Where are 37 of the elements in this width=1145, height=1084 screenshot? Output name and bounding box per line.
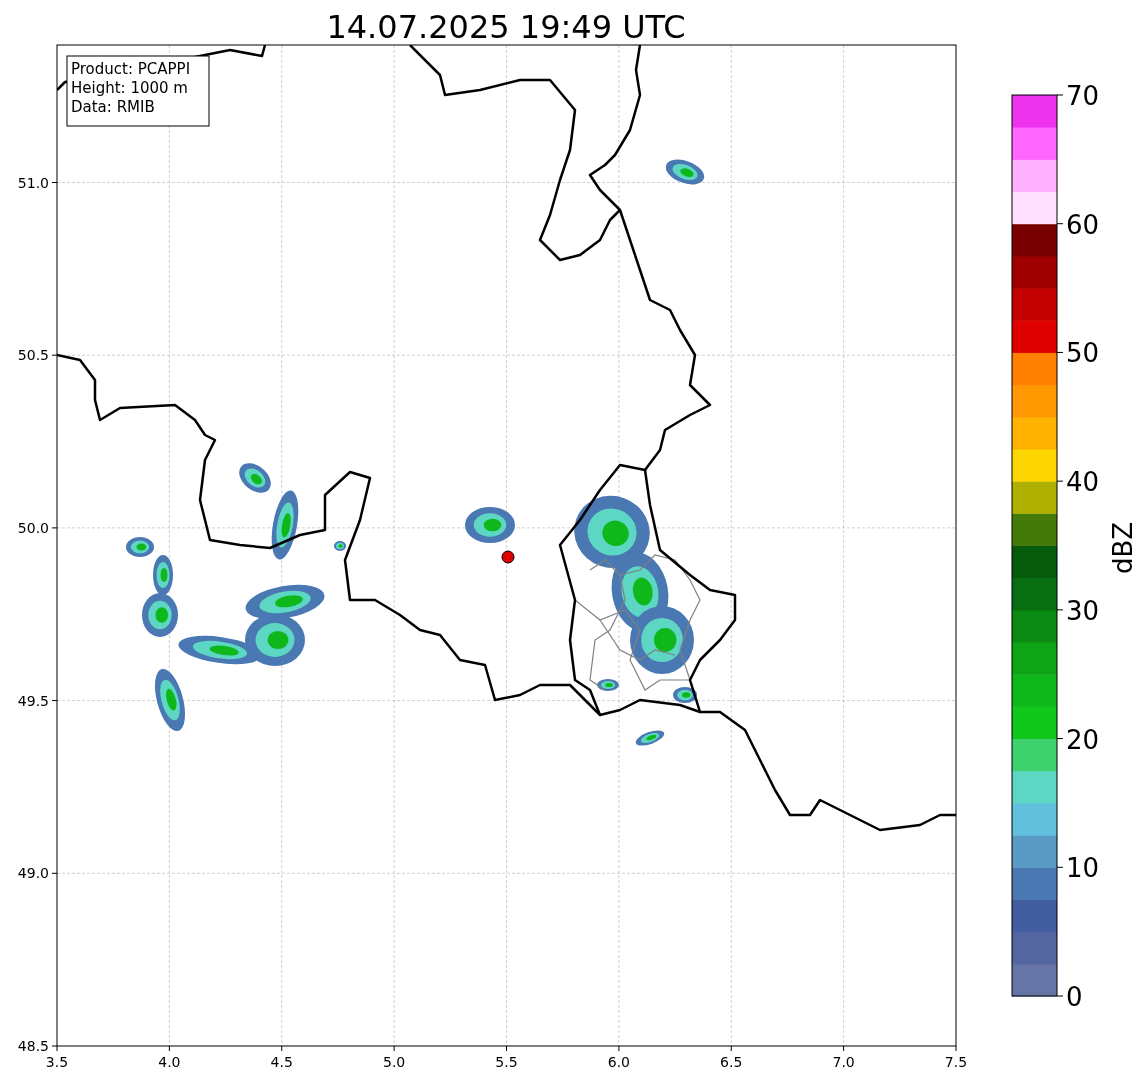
chart-title: 14.07.2025 19:49 UTC [326,8,686,46]
axis-tick-label: 48.5 [17,1038,49,1054]
colorbar-label: dBZ [1108,521,1138,575]
colorbar-tick-label: 70 [1066,81,1100,111]
info-text: Data: RMIB [71,98,155,116]
colorbar-tick-label: 40 [1066,467,1100,498]
info-text: Height: 1000 m [71,79,188,97]
axis-tick-label: 49.0 [17,865,49,882]
axis-tick-label: 51.0 [17,174,49,191]
precipitation-echo-drawing [465,507,515,543]
precipitation-echo-drawing [334,541,346,551]
precipitation-echo-drawing [630,606,694,674]
colorbar-tick-label: 20 [1066,724,1100,755]
axis-tick-label: 6.5 [720,1054,743,1070]
axis-tick-label: 4.0 [158,1054,181,1070]
colorbar-tick-label: 30 [1066,595,1100,626]
radar-station-marker [501,550,515,564]
axis-tick-label: 50.0 [17,519,49,536]
precipitation-echo-drawing [155,668,185,732]
precipitation-echo-drawing [673,687,697,703]
axis-tick-label: 7.5 [944,1054,968,1070]
precipitation-echo-drawing [635,730,665,746]
axis-tick-label: 7.0 [832,1054,855,1070]
axis-tick-label: 49.5 [17,692,49,709]
colorbar-tick-label: 10 [1066,853,1100,884]
axis-tick-label: 50.5 [17,347,49,364]
colorbar-tick-label: 60 [1066,209,1100,240]
axis-tick-label: 4.5 [270,1054,293,1070]
precipitation-echo-drawing [665,159,705,185]
axis-tick-label: 5.0 [383,1054,406,1070]
info-text: Product: PCAPPI [71,60,191,78]
colorbar-tick-label: 0 [1066,982,1083,1012]
axis-tick-label: 3.5 [45,1054,69,1070]
axis-tick-label: 6.0 [607,1054,630,1070]
precipitation-echo-drawing [597,679,619,691]
colorbar-tick-label: 50 [1066,338,1100,369]
axis-tick-label: 5.5 [495,1054,518,1070]
